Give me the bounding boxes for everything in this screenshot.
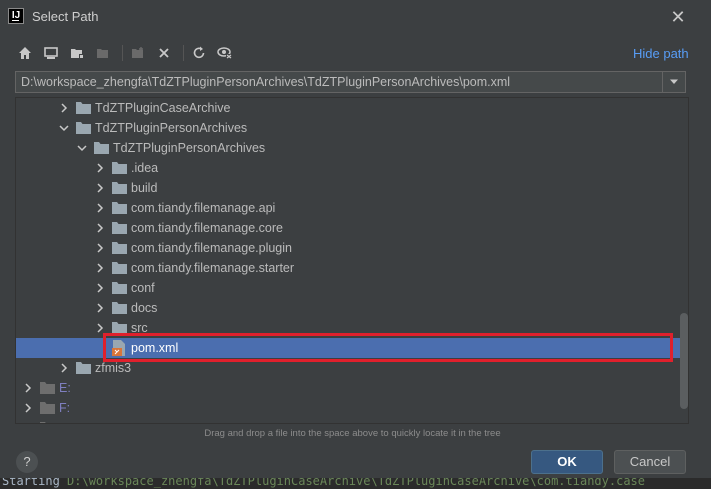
tree-item-label: com.tiandy.filemanage.core — [131, 221, 283, 235]
tree-item-label: com.tiandy.filemanage.starter — [131, 261, 295, 275]
toolbar-separator — [122, 45, 123, 61]
new-folder-icon — [127, 42, 149, 64]
console-prefix: Starting — [2, 478, 68, 488]
project-folder-icon[interactable] — [66, 42, 88, 64]
tree-item[interactable]: com.tiandy.filemanage.starter — [16, 258, 680, 278]
tree-item-label: .idea — [131, 161, 159, 175]
chevron-down-icon[interactable] — [662, 72, 685, 92]
tree-item-label: com.tiandy.filemanage.plugin — [131, 241, 292, 255]
tree-item-label: X: — [59, 418, 71, 423]
chevron-right-icon[interactable] — [59, 103, 69, 113]
tree-item-label: conf — [131, 281, 155, 295]
chevron-right-icon[interactable] — [59, 363, 69, 373]
chevron-down-icon[interactable] — [59, 123, 69, 133]
tree-item[interactable]: com.tiandy.filemanage.core — [16, 218, 680, 238]
ok-button[interactable]: OK — [531, 450, 603, 474]
chevron-right-icon[interactable] — [95, 303, 105, 313]
tree-item[interactable]: TdZTPluginCaseArchive — [16, 98, 680, 118]
delete-icon[interactable] — [153, 42, 175, 64]
tree-item[interactable]: docs — [16, 298, 680, 318]
tree-item-label: TdZTPluginPersonArchives — [113, 141, 266, 155]
tree-item-label: TdZTPluginCaseArchive — [95, 101, 231, 115]
path-input[interactable]: D:\workspace_zhengfa\TdZTPluginPersonArc… — [21, 75, 510, 89]
intellij-icon: IJ — [8, 8, 24, 24]
chevron-right-icon[interactable] — [95, 243, 105, 253]
tree-item-label: F: — [59, 401, 71, 415]
chevron-right-icon[interactable] — [95, 163, 105, 173]
tree-item[interactable]: com.tiandy.filemanage.api — [16, 198, 680, 218]
tree-item[interactable]: TdZTPluginPersonArchives — [16, 138, 680, 158]
console-output: Starting D:\workspace_zhengfa\TdZTPlugin… — [0, 478, 711, 489]
select-path-dialog: IJ Select Path ✕ Hide path D:\workspace_… — [0, 0, 711, 478]
folder-icon — [112, 302, 127, 314]
help-button[interactable]: ? — [16, 451, 38, 473]
tree-item[interactable]: build — [16, 178, 680, 198]
drive-icon — [40, 402, 55, 414]
folder-icon — [76, 102, 91, 114]
toolbar-separator — [183, 45, 184, 61]
folder-icon — [112, 242, 127, 254]
folder-icon — [112, 222, 127, 234]
drive-icon — [40, 382, 55, 394]
folder-icon — [76, 122, 91, 134]
drag-drop-hint: Drag and drop a file into the space abov… — [204, 428, 501, 439]
annotation-highlight-box — [103, 333, 673, 362]
desktop-icon[interactable] — [40, 42, 62, 64]
folder-icon — [112, 282, 127, 294]
tree-item[interactable]: X: — [16, 418, 680, 424]
chevron-right-icon[interactable] — [23, 383, 33, 393]
close-icon[interactable]: ✕ — [668, 7, 688, 27]
home-icon[interactable] — [14, 42, 36, 64]
console-path: D:\workspace_zhengfa\TdZTPluginCaseArchi… — [67, 478, 645, 488]
chevron-right-icon[interactable] — [95, 223, 105, 233]
tree-item-label: docs — [131, 301, 158, 315]
chevron-down-icon[interactable] — [77, 143, 87, 153]
toolbar — [14, 42, 240, 64]
cancel-button[interactable]: Cancel — [614, 450, 686, 474]
tree-item[interactable]: conf — [16, 278, 680, 298]
chevron-right-icon[interactable] — [95, 283, 105, 293]
chevron-right-icon[interactable] — [23, 403, 33, 413]
console-line: Starting D:\workspace_zhengfa\TdZTPlugin… — [2, 478, 645, 488]
path-combobox[interactable]: D:\workspace_zhengfa\TdZTPluginPersonArc… — [15, 71, 686, 93]
chevron-right-icon[interactable] — [95, 263, 105, 273]
title-bar: IJ Select Path ✕ — [0, 0, 711, 34]
tree-item-label: build — [131, 181, 158, 195]
folder-icon — [112, 162, 127, 174]
refresh-icon[interactable] — [188, 42, 210, 64]
show-hidden-icon[interactable] — [214, 42, 236, 64]
chevron-right-icon[interactable] — [95, 323, 105, 333]
tree-item-label: TdZTPluginPersonArchives — [95, 121, 248, 135]
file-tree[interactable]: TdZTPluginCaseArchive TdZTPluginPersonAr… — [15, 97, 689, 424]
tree-scrollbar[interactable] — [680, 313, 688, 409]
tree-item[interactable]: com.tiandy.filemanage.plugin — [16, 238, 680, 258]
hide-path-link[interactable]: Hide path — [633, 46, 689, 61]
folder-icon — [112, 182, 127, 194]
folder-icon — [76, 362, 91, 374]
folder-icon — [112, 202, 127, 214]
folder-icon — [112, 262, 127, 274]
drive-icon — [40, 422, 46, 423]
folder-icon — [94, 142, 109, 154]
module-folder-icon — [92, 42, 114, 64]
tree-item[interactable]: E: — [16, 378, 680, 398]
tree-item-label: E: — [59, 381, 71, 395]
chevron-right-icon[interactable] — [23, 423, 33, 424]
chevron-right-icon[interactable] — [95, 203, 105, 213]
tree-item-label: com.tiandy.filemanage.api — [131, 201, 276, 215]
tree-item[interactable]: TdZTPluginPersonArchives — [16, 118, 680, 138]
dialog-title: Select Path — [32, 9, 99, 24]
tree-item[interactable]: .idea — [16, 158, 680, 178]
chevron-right-icon[interactable] — [95, 183, 105, 193]
tree-item[interactable]: F: — [16, 398, 680, 418]
